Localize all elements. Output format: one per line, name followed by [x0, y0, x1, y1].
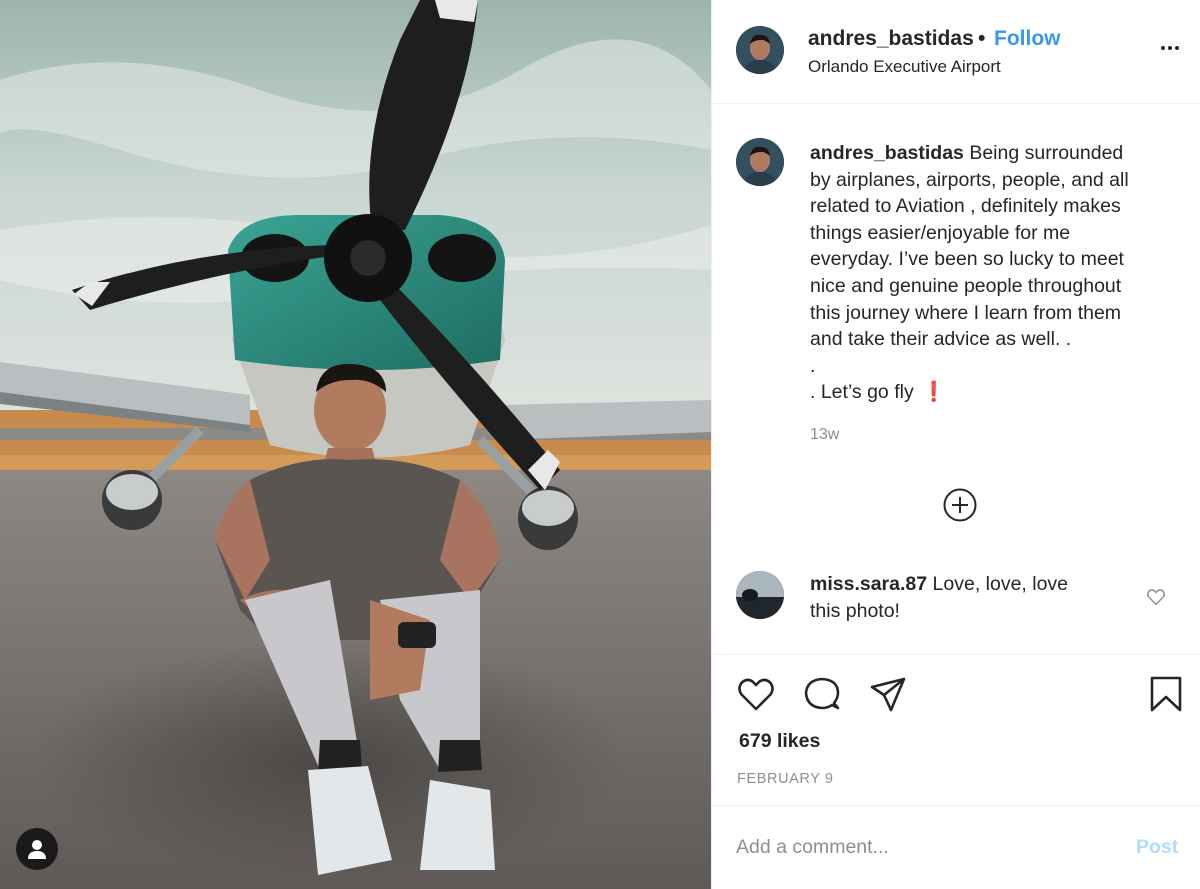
bookmark-icon[interactable] [1147, 675, 1185, 713]
comment-body: Love, love, love [932, 573, 1069, 595]
caption-line: Being surrounded [969, 142, 1124, 164]
add-comment-bar: Post [712, 805, 1200, 889]
avatar[interactable] [736, 138, 784, 186]
exclamation-emoji: ❗ [921, 381, 946, 404]
comment-username[interactable]: miss.sara.87 [810, 573, 927, 595]
post-side-panel: andres_bastidas • Follow Orlando Executi… [711, 0, 1200, 889]
location-link[interactable]: Orlando Executive Airport [808, 57, 1001, 77]
post-date[interactable]: FEBRUARY 9 [737, 771, 834, 787]
caption-line: related to Aviation , definitely makes [810, 195, 1121, 218]
actions-divider [712, 654, 1200, 655]
separator-dot: • [978, 27, 986, 50]
follow-button[interactable]: Follow [994, 27, 1061, 51]
caption-line: nice and genuine people throughout [810, 274, 1122, 297]
comment-input[interactable] [736, 832, 1106, 862]
comment-body-line2: this photo! [810, 600, 900, 622]
caption-line: . [810, 354, 816, 377]
user-tag-button[interactable] [16, 828, 58, 870]
plus-circle-icon[interactable] [943, 488, 977, 522]
caption-line: and take their advice as well. . [810, 328, 1072, 351]
caption-line: everyday. I’ve been so lucky to meet [810, 248, 1124, 271]
avatar[interactable] [736, 26, 784, 74]
post-header: andres_bastidas • Follow Orlando Executi… [712, 0, 1200, 104]
caption-username[interactable]: andres_bastidas [810, 142, 964, 164]
comment-text: miss.sara.87 Love, love, love this photo… [810, 571, 1130, 625]
post-comment-button[interactable]: Post [1136, 836, 1178, 859]
profile-picture [736, 138, 784, 186]
likes-count[interactable]: 679 likes [739, 730, 820, 753]
paper-plane-icon[interactable] [869, 675, 907, 713]
more-options-icon[interactable] [1158, 36, 1182, 60]
caption-line: things easier/enjoyable for me [810, 221, 1071, 244]
post-author-username[interactable]: andres_bastidas [808, 27, 974, 51]
post-image [0, 0, 711, 889]
comment-heart-icon[interactable] [1146, 588, 1166, 606]
caption-line: this journey where I learn from them [810, 301, 1122, 324]
caption-line: . Let’s go fly [810, 381, 914, 404]
avatar[interactable] [736, 571, 784, 619]
caption-line: by airplanes, airports, people, and all [810, 168, 1129, 191]
profile-picture [736, 26, 784, 74]
heart-icon[interactable] [737, 675, 775, 713]
post-caption: andres_bastidas Being surrounded by airp… [810, 140, 1180, 406]
post-time-ago[interactable]: 13w [810, 426, 839, 444]
user-tag-icon [28, 840, 46, 859]
comment-bubble-icon[interactable] [803, 675, 841, 713]
post-photo[interactable] [0, 0, 711, 889]
commenter-picture [736, 571, 784, 619]
